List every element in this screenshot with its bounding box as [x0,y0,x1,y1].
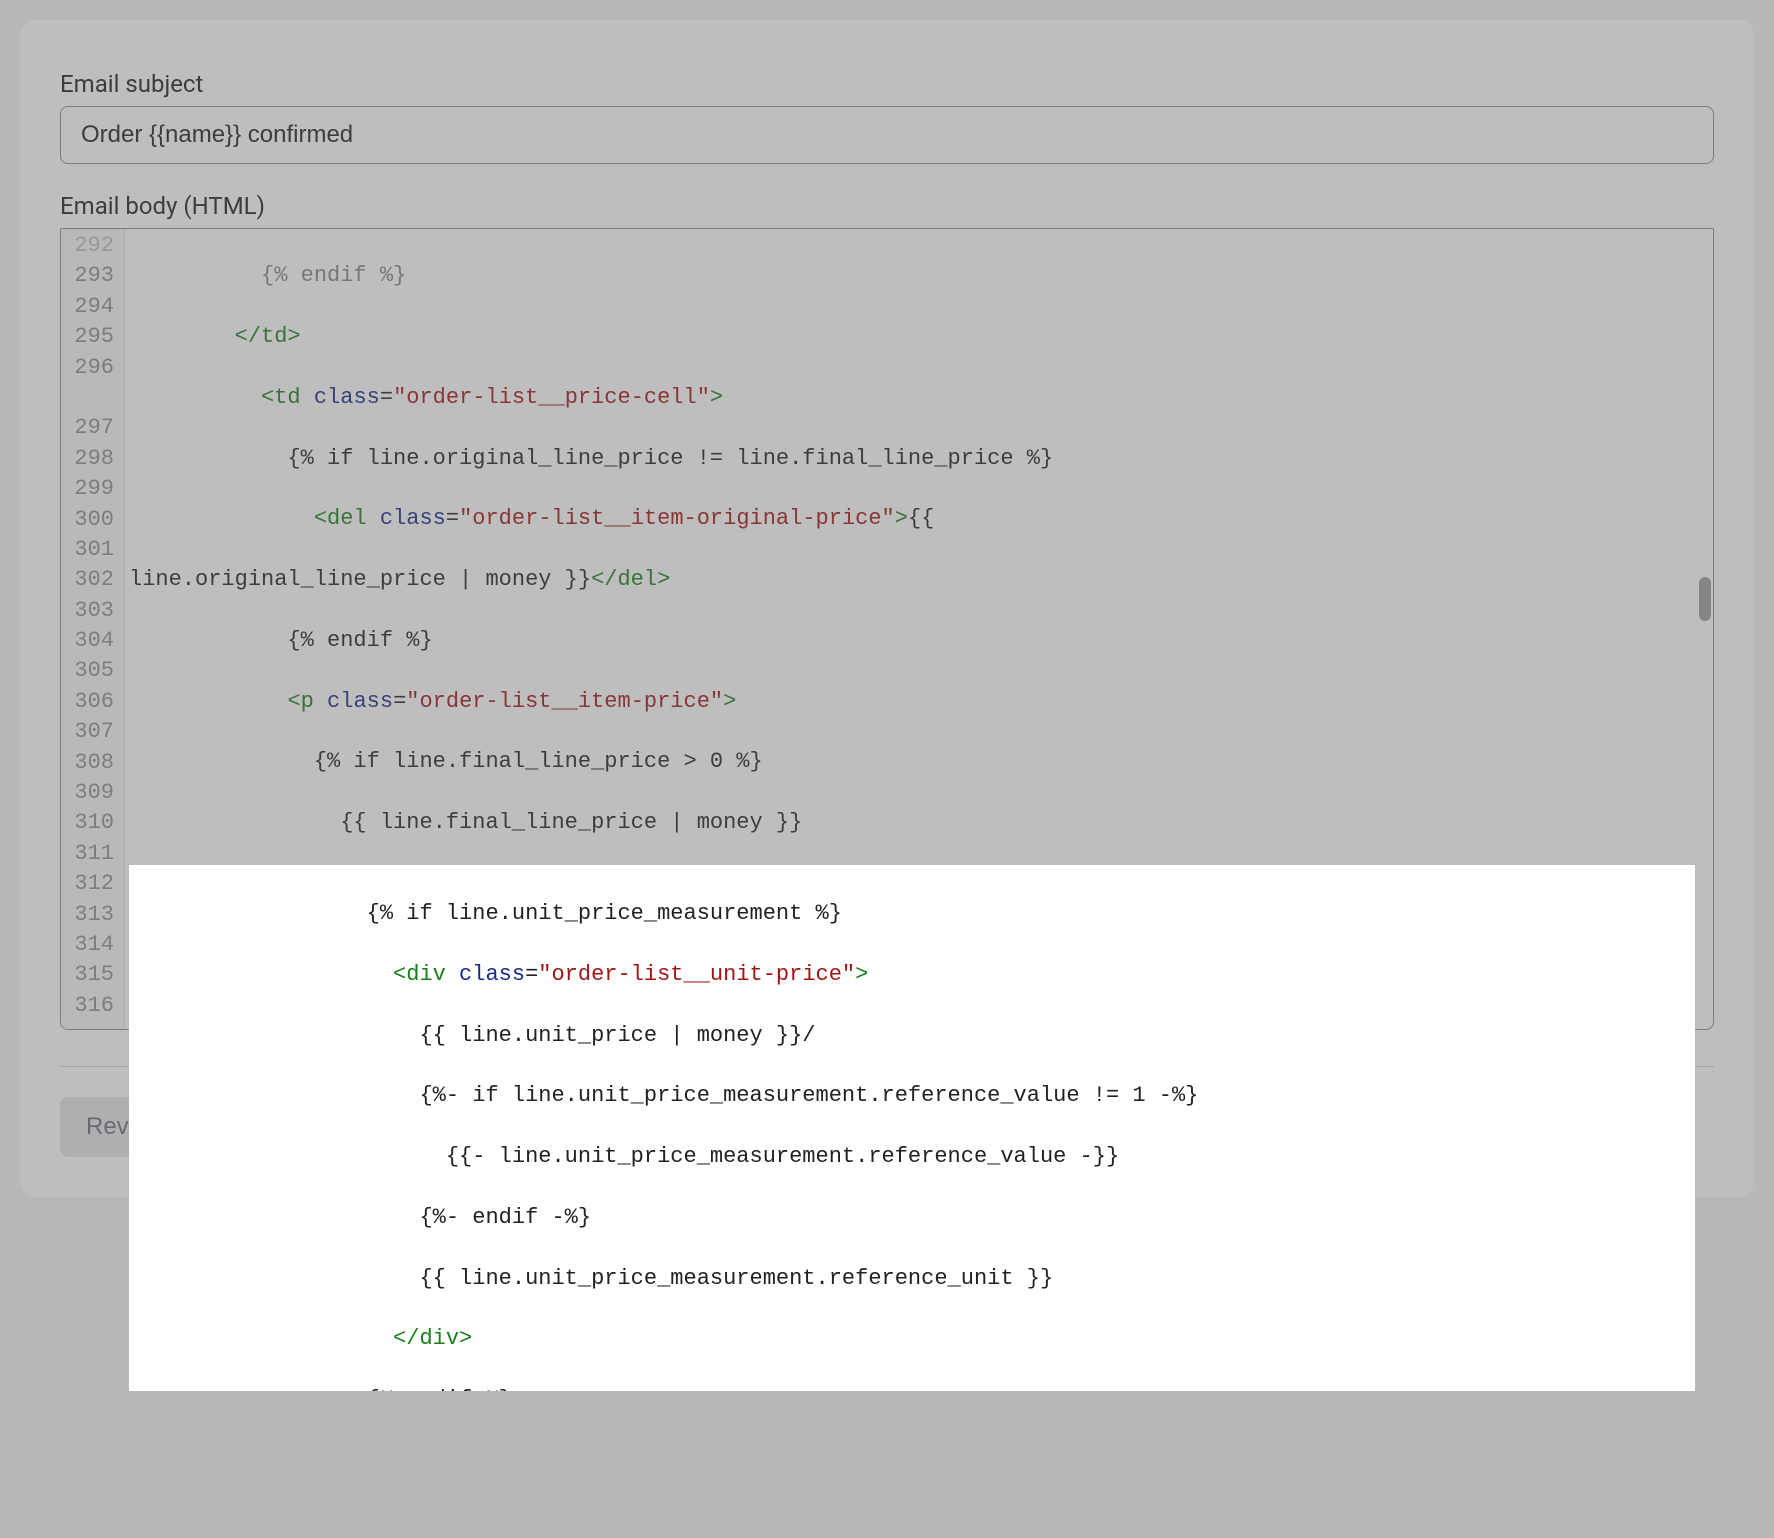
line-number: 307 [69,717,114,747]
line-number: 312 [69,869,114,899]
line-number: 315 [69,960,114,990]
line-number: 310 [69,808,114,838]
line-number: 313 [69,900,114,930]
line-number: 294 [69,292,114,322]
line-number: 298 [69,444,114,474]
line-number: 301 [69,535,114,565]
body-label: Email body (HTML) [60,192,1714,220]
code-editor-wrap: 2922932942952962972982993003013023033043… [60,228,1714,1030]
code-area[interactable]: {% endif %} </td> <td class="order-list_… [125,229,1713,1029]
line-number: 292 [69,231,114,261]
line-number-blank [69,383,114,413]
line-number: 293 [69,261,114,291]
editor-card: Email subject Email body (HTML) 29229329… [20,20,1754,1197]
line-number: 295 [69,322,114,352]
line-number: 303 [69,596,114,626]
code-text: {% endif %} [129,263,406,288]
line-number: 314 [69,930,114,960]
line-number: 308 [69,748,114,778]
line-number: 304 [69,626,114,656]
line-number: 296 [69,353,114,383]
line-number: 311 [69,839,114,869]
divider [60,1066,1714,1067]
line-number: 300 [69,505,114,535]
line-number: 299 [69,474,114,504]
line-number: 316 [69,991,114,1021]
scrollbar-thumb[interactable] [1699,577,1711,621]
line-number: 302 [69,565,114,595]
line-number: 297 [69,413,114,443]
line-number-gutter: 2922932942952962972982993003013023033043… [61,229,125,1029]
line-number: 306 [69,687,114,717]
scrollbar-track [1697,229,1711,1029]
subject-input[interactable] [60,106,1714,164]
line-number: 309 [69,778,114,808]
code-editor[interactable]: 2922932942952962972982993003013023033043… [61,229,1713,1029]
revert-button[interactable]: Revert to default [60,1097,288,1157]
subject-label: Email subject [60,70,1714,98]
line-number: 305 [69,656,114,686]
